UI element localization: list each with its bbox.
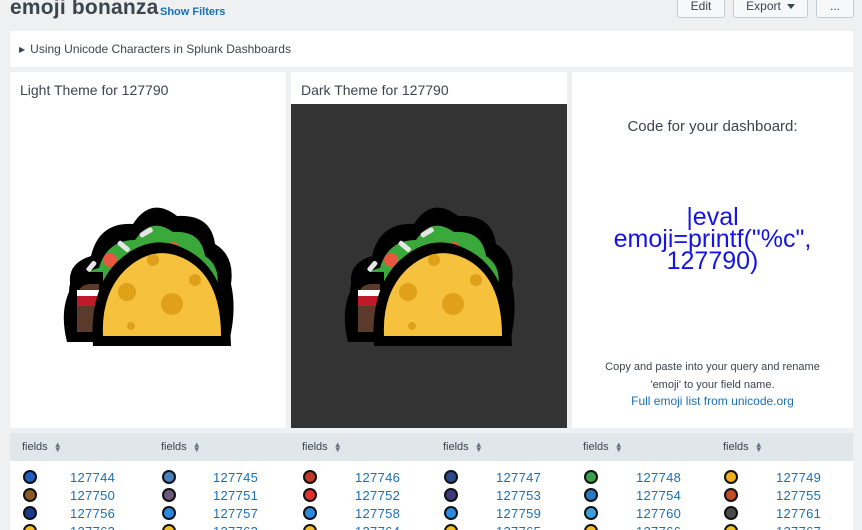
first-quarter-icon — [161, 523, 177, 530]
export-button[interactable]: Export — [733, 0, 808, 18]
show-filters-link[interactable]: Show Filters — [160, 6, 225, 18]
sunrise-icon — [723, 469, 739, 485]
emoji-code-link[interactable]: 127758 — [355, 506, 400, 521]
emoji-code-link[interactable]: 127761 — [776, 506, 821, 521]
copy-instructions: Copy and paste into your query and renam… — [582, 358, 843, 394]
dashboard-title: emoji bonanza — [10, 0, 159, 19]
taco-graphic — [63, 207, 234, 346]
code-title: Code for your dashboard: — [627, 118, 798, 135]
rainbow-icon — [302, 487, 318, 503]
bridge-night-icon — [443, 487, 459, 503]
edit-button[interactable]: Edit — [677, 0, 725, 18]
sort-icon: ▲ ▼ — [474, 440, 483, 455]
expand-triangle-icon: ▶ — [19, 45, 26, 54]
water-wave-icon — [583, 487, 599, 503]
description-toggle[interactable]: ▶ Using Unicode Characters in Splunk Dash… — [19, 42, 291, 56]
sort-icon: ▲ ▼ — [614, 440, 623, 455]
column-header[interactable]: fields ▲ ▼ — [723, 440, 763, 455]
waxing-gibbous-icon — [302, 523, 318, 530]
column-header-label: fields — [161, 441, 187, 453]
emoji-code-link[interactable]: 127753 — [496, 488, 541, 503]
column-header[interactable]: fields ▲ ▼ — [583, 440, 623, 455]
sort-icon: ▲ ▼ — [754, 440, 763, 455]
column-header[interactable]: fields ▲ ▼ — [302, 440, 342, 455]
column-header[interactable]: fields ▲ ▼ — [443, 440, 483, 455]
emoji-code-link[interactable]: 127750 — [70, 488, 115, 503]
column-header-label: fields — [723, 441, 749, 453]
emoji-code-link[interactable]: 127762 — [70, 524, 115, 530]
sort-icon: ▲ ▼ — [53, 440, 62, 455]
emoji-code-link[interactable]: 127766 — [636, 524, 681, 530]
globe-americas-icon — [302, 505, 318, 521]
emoji-code-link[interactable]: 127754 — [636, 488, 681, 503]
emoji-code-link[interactable]: 127757 — [213, 506, 258, 521]
cyclone-icon — [22, 469, 38, 485]
taco-icon — [344, 207, 515, 346]
emoji-code-link[interactable]: 127744 — [70, 470, 115, 485]
emoji-table: fields ▲ ▼ fields ▲ ▼ fields ▲ ▼ fields ▲ ▼ fields ▲ ▼… — [10, 433, 853, 530]
emoji-code-link[interactable]: 127756 — [70, 506, 115, 521]
sort-icon: ▲ ▼ — [192, 440, 201, 455]
edit-button-label: Edit — [690, 0, 712, 13]
description-panel: ▶ Using Unicode Characters in Splunk Dash… — [10, 31, 853, 67]
milky-way-icon — [22, 505, 38, 521]
globe-asia-icon — [443, 505, 459, 521]
emoji-code-link[interactable]: 127760 — [636, 506, 681, 521]
light-theme-title: Light Theme for 127790 — [20, 82, 169, 98]
globe-europe-icon — [161, 505, 177, 521]
light-theme-panel: Light Theme for 127790 — [10, 72, 286, 428]
code-panel: Code for your dashboard: |eval emoji=pri… — [572, 72, 853, 428]
closed-umbrella-icon — [302, 469, 318, 485]
more-actions-button[interactable]: ... — [816, 0, 854, 18]
full-moon-icon — [443, 523, 459, 530]
caret-down-icon — [786, 3, 795, 9]
dark-theme-panel: Dark Theme for 127790 — [291, 72, 567, 428]
emoji-code-link[interactable]: 127759 — [496, 506, 541, 521]
dark-theme-title: Dark Theme for 127790 — [301, 82, 449, 98]
code-line: 127790) — [666, 247, 759, 275]
table-header: fields ▲ ▼ fields ▲ ▼ fields ▲ ▼ fields ▲ ▼ fields ▲ ▼… — [10, 433, 853, 461]
column-header[interactable]: fields ▲ ▼ — [161, 440, 201, 455]
emoji-code-link[interactable]: 127751 — [213, 488, 258, 503]
emoji-code-link[interactable]: 127746 — [355, 470, 400, 485]
emoji-list-link[interactable]: Full emoji list from unicode.org — [572, 394, 853, 408]
emoji-code-link[interactable]: 127767 — [776, 524, 821, 530]
waxing-crescent-icon — [22, 523, 38, 530]
sunset-buildings-icon — [161, 487, 177, 503]
new-moon-icon — [723, 505, 739, 521]
emoji-code-link[interactable]: 127745 — [213, 470, 258, 485]
copy-line: Copy and paste into your query and renam… — [605, 361, 820, 373]
column-header-label: fields — [22, 441, 48, 453]
globe-meridians-icon — [583, 505, 599, 521]
taco-icon — [63, 207, 234, 346]
copy-line: 'emoji' to your field name. — [650, 379, 775, 391]
emoji-code-link[interactable]: 127747 — [496, 470, 541, 485]
emoji-code-link[interactable]: 127749 — [776, 470, 821, 485]
taco-graphic — [344, 207, 515, 346]
emoji-code-link[interactable]: 127763 — [213, 524, 258, 530]
dashboard-header: emoji bonanza Show Filters Edit Export .… — [0, 0, 862, 30]
emoji-code-link[interactable]: 127765 — [496, 524, 541, 530]
sort-icon: ▲ ▼ — [333, 440, 342, 455]
emoji-code-link[interactable]: 127752 — [355, 488, 400, 503]
more-actions-label: ... — [829, 0, 840, 13]
emoji-code-link[interactable]: 127755 — [776, 488, 821, 503]
description-toggle-label: Using Unicode Characters in Splunk Dashb… — [30, 42, 291, 56]
code-snippet: |eval emoji=printf("%c", 127790) — [572, 205, 853, 275]
cityscape-dusk-icon — [22, 487, 38, 503]
sunrise-mountains-icon — [583, 469, 599, 485]
column-header[interactable]: fields ▲ ▼ — [22, 440, 62, 455]
volcano-icon — [723, 487, 739, 503]
column-header-label: fields — [443, 441, 469, 453]
export-button-label: Export — [746, 0, 781, 13]
foggy-icon — [161, 469, 177, 485]
emoji-code-link[interactable]: 127764 — [355, 524, 400, 530]
column-header-label: fields — [583, 441, 609, 453]
night-stars-icon — [443, 469, 459, 485]
waning-gibbous-icon — [583, 523, 599, 530]
emoji-code-link[interactable]: 127748 — [636, 470, 681, 485]
last-quarter-icon — [723, 523, 739, 530]
column-header-label: fields — [302, 441, 328, 453]
